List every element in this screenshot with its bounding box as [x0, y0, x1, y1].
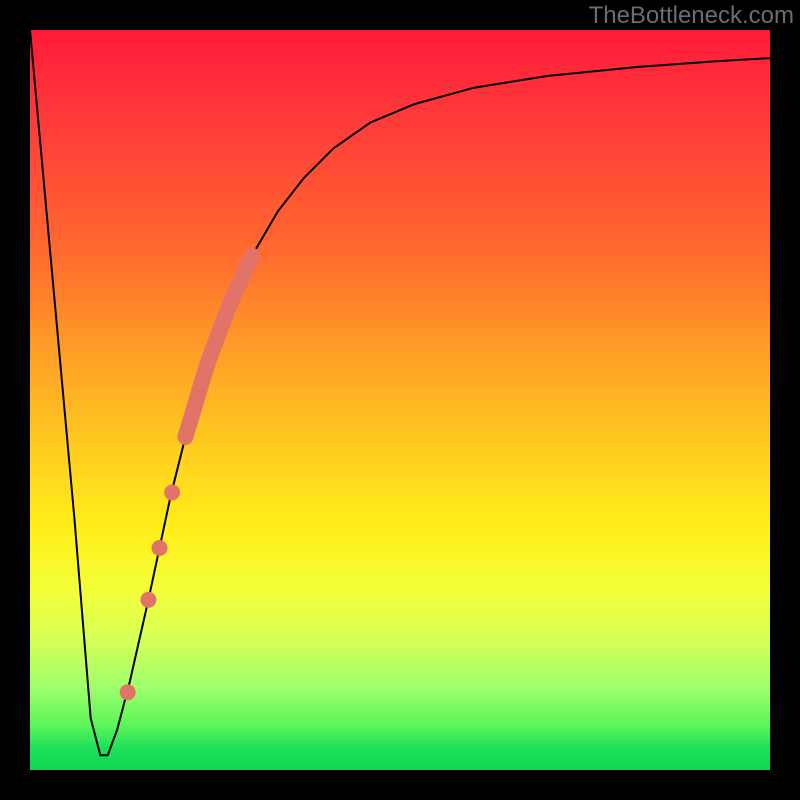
outer-frame: TheBottleneck.com: [0, 0, 800, 800]
gradient-plot-area: [30, 30, 770, 770]
watermark-text: TheBottleneck.com: [589, 2, 794, 30]
